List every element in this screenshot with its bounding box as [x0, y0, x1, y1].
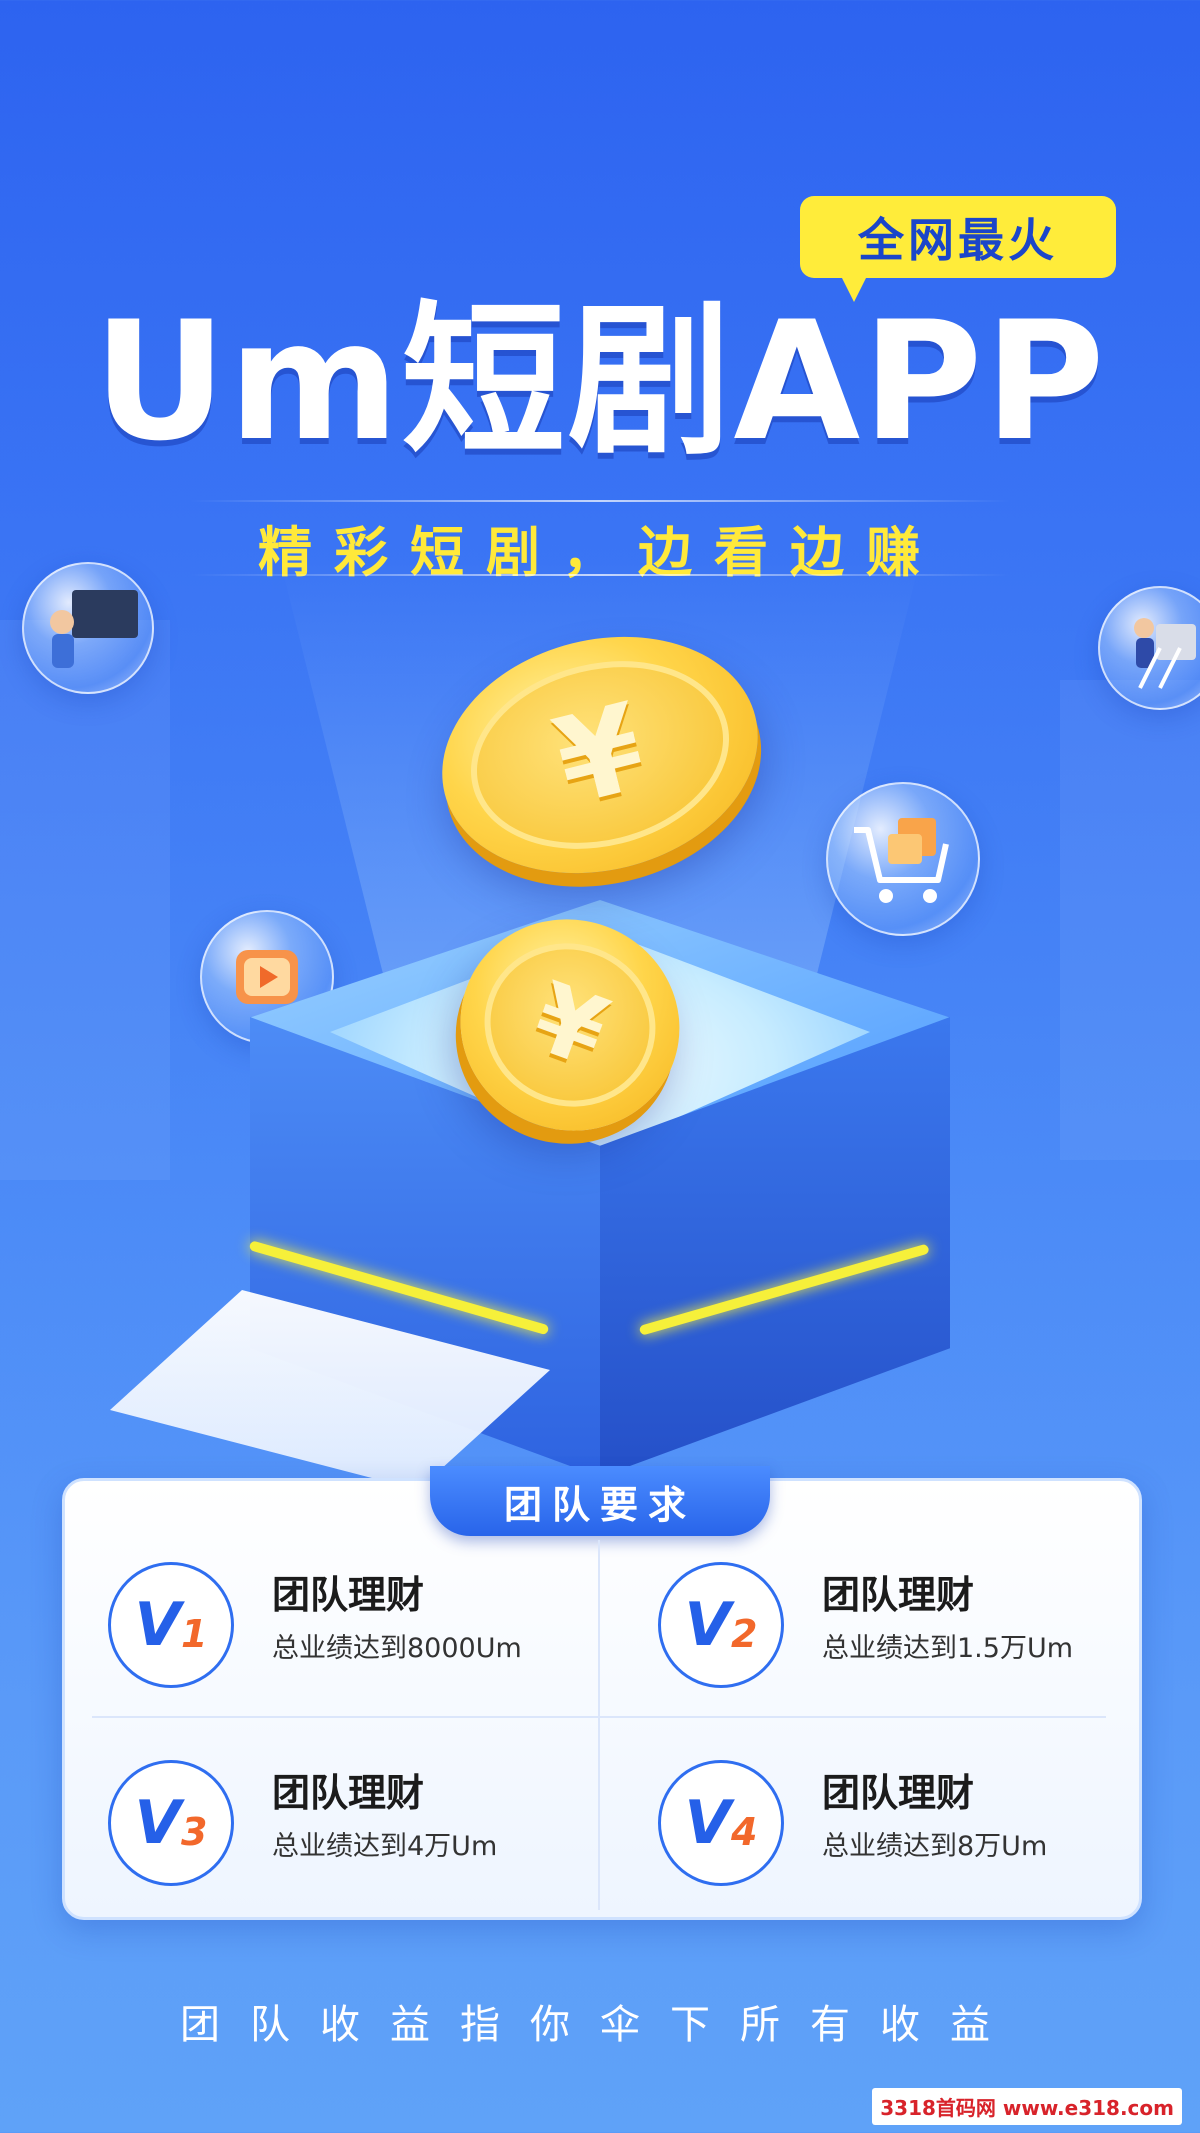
- teacher-bubble: [22, 562, 154, 694]
- shopping-cart-icon: [854, 818, 949, 903]
- tier-requirement: 总业绩达到1.5万Um: [822, 1633, 1074, 1664]
- level-badge-v1: V1: [108, 1562, 234, 1688]
- hot-badge: 全网最火: [800, 196, 1116, 278]
- tier-v3: V3 团队理财 总业绩达到4万Um: [62, 1750, 582, 1900]
- card-divider-horizontal: [92, 1716, 1106, 1718]
- tier-requirement: 总业绩达到4万Um: [272, 1831, 498, 1862]
- level-badge-v4: V4: [658, 1760, 784, 1886]
- tier-v1: V1 团队理财 总业绩达到8000Um: [62, 1552, 582, 1702]
- team-requirements-tab: 团队要求: [430, 1466, 770, 1536]
- yuan-icon: ¥: [542, 677, 658, 833]
- tier-title: 团队理财: [822, 1573, 975, 1617]
- footer-note: 团队收益指你伞下所有收益: [180, 2002, 1020, 2048]
- yuan-icon: ¥: [519, 960, 621, 1090]
- cart-bubble: [826, 782, 980, 936]
- ladder-worker-icon: [1134, 618, 1196, 689]
- tier-title: 团队理财: [272, 1771, 425, 1815]
- subtitle-divider-top: [190, 500, 1010, 502]
- teacher-board-icon: [50, 590, 138, 668]
- tier-v4: V4 团队理财 总业绩达到8万Um: [612, 1750, 1132, 1900]
- tier-requirement: 总业绩达到8000Um: [272, 1633, 522, 1664]
- worker-bubble: [1098, 586, 1200, 710]
- level-badge-v3: V3: [108, 1760, 234, 1886]
- site-watermark: 3318首码网 www.e318.com: [872, 2088, 1182, 2125]
- card-divider-vertical: [598, 1540, 600, 1910]
- tier-v2: V2 团队理财 总业绩达到1.5万Um: [612, 1552, 1132, 1702]
- tier-requirement: 总业绩达到8万Um: [822, 1831, 1048, 1862]
- page-title: Um短剧APP: [93, 286, 1107, 477]
- subtitle-divider-bottom: [190, 574, 1010, 576]
- small-coin-face: ¥: [461, 919, 679, 1131]
- background-building-left: [0, 620, 170, 1180]
- tier-title: 团队理财: [822, 1771, 975, 1815]
- background-building-right: [1060, 680, 1200, 1160]
- tier-title: 团队理财: [272, 1573, 425, 1617]
- level-badge-v2: V2: [658, 1562, 784, 1688]
